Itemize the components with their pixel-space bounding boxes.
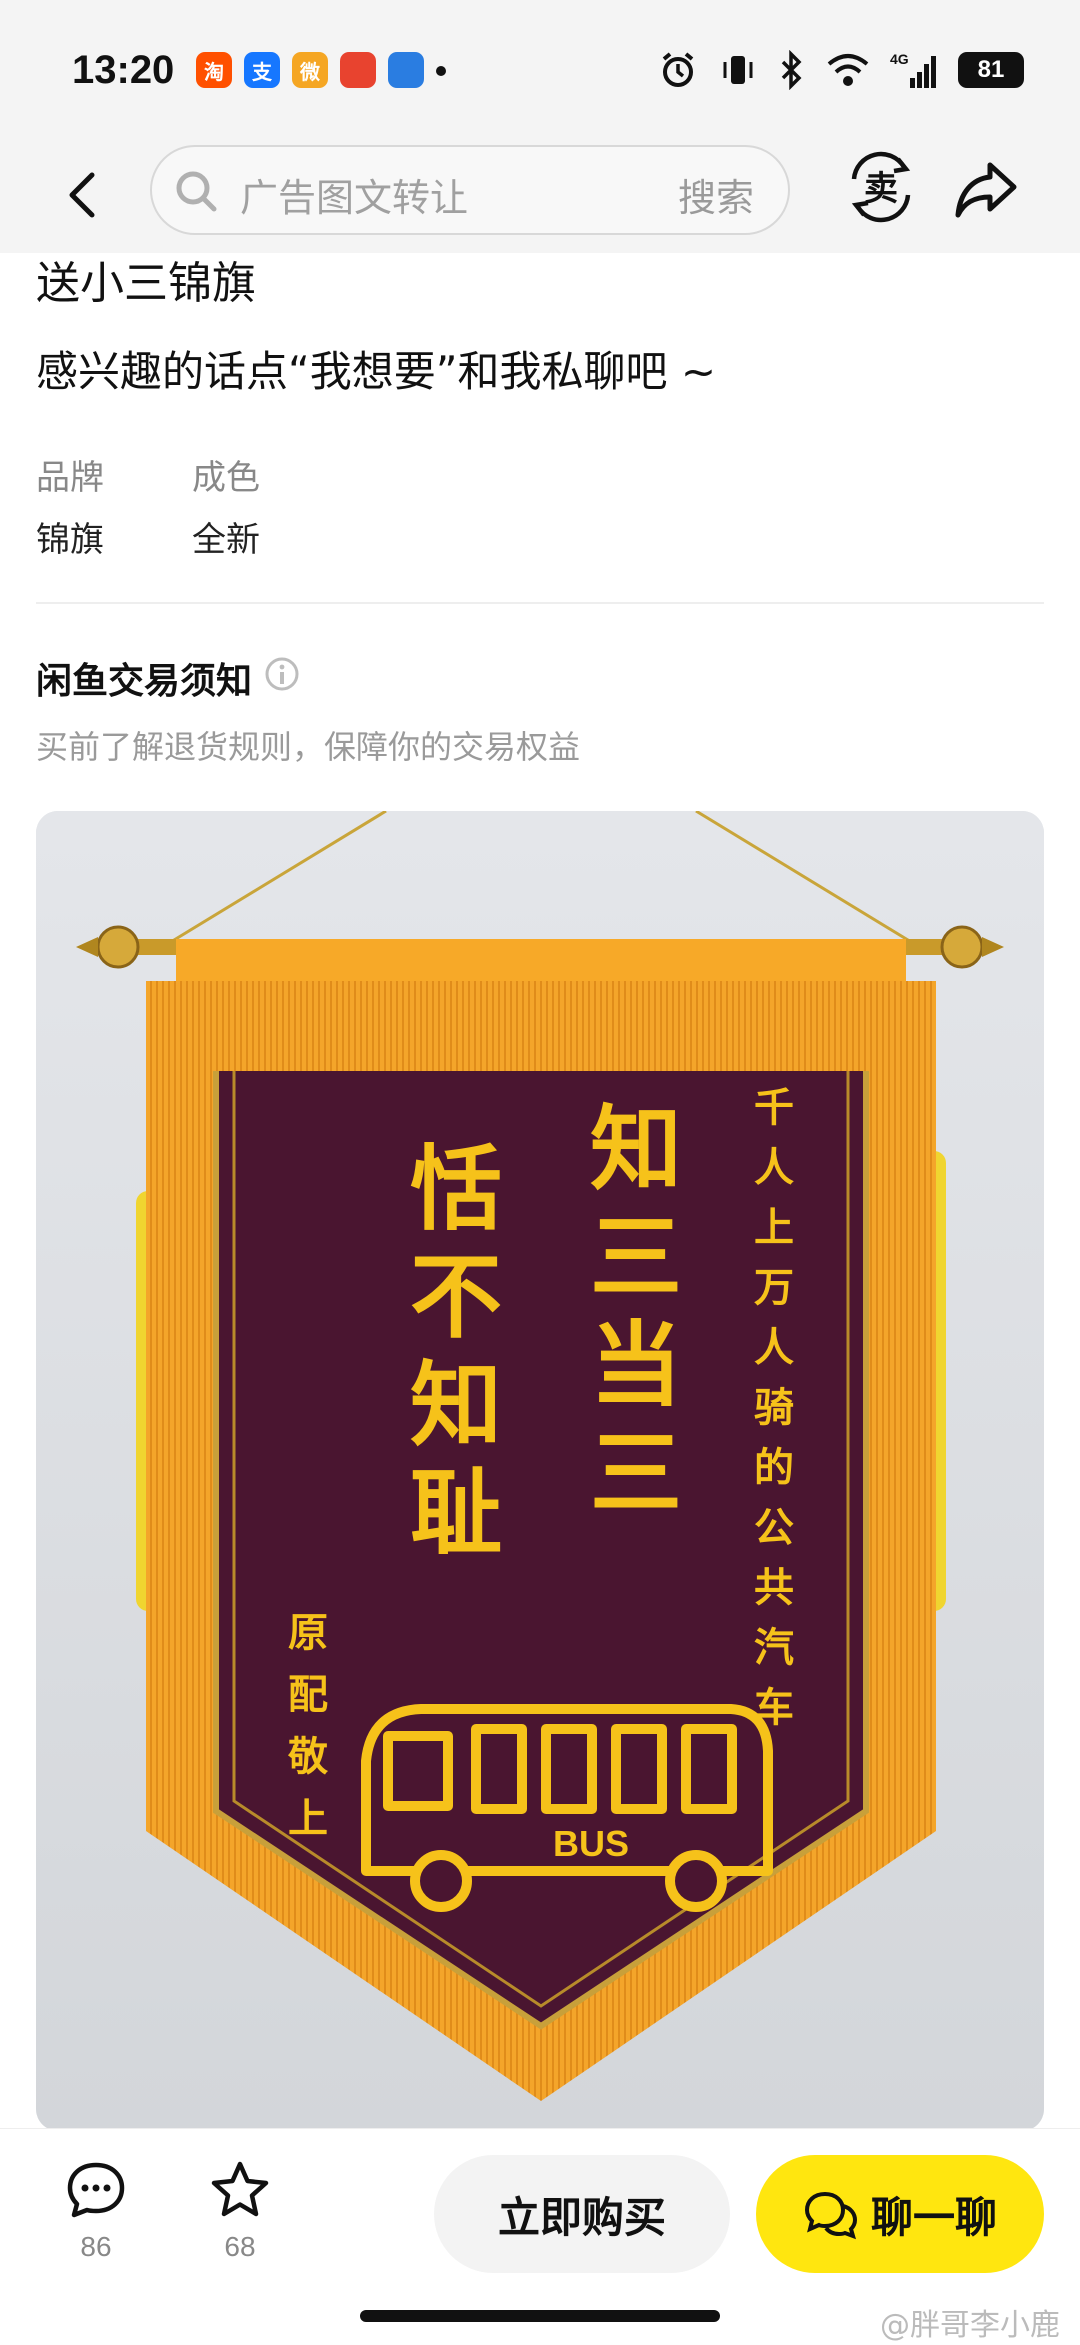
favorite-count: 68	[224, 2231, 256, 2262]
watermark: @胖哥李小鹿	[880, 2308, 1060, 2343]
buy-now-label: 立即购买	[497, 2192, 666, 2242]
chat-icon	[804, 2191, 857, 2240]
banner-center-column: 知三当三	[590, 1095, 682, 1527]
attribute-value-brand: 锦旗	[36, 520, 104, 560]
favorite-button[interactable]: 68	[200, 2159, 280, 2263]
product-title: 送小三锦旗	[36, 258, 256, 309]
chat-button[interactable]: 聊一聊	[756, 2155, 1044, 2273]
app-icon	[340, 52, 376, 88]
status-time: 13:20	[72, 48, 175, 92]
sell-label: 卖	[864, 169, 898, 209]
attribute-labels: 品牌 成色	[36, 450, 264, 499]
attribute-label-brand: 品牌	[36, 458, 104, 498]
trade-notice-title[interactable]: 闲鱼交易须知	[36, 652, 252, 704]
notification-dot	[436, 66, 446, 76]
banner-right-column: 千人上万人骑的公共汽车	[754, 1084, 794, 1731]
pennant-banner-image: 千人上万人骑的公共汽车 知三当三 恬不知耻 原配敬上 BUS	[36, 811, 1044, 2131]
product-description: 感兴趣的话点“我想要”和我私聊吧 ~	[36, 347, 717, 396]
back-button[interactable]	[54, 165, 114, 225]
share-icon[interactable]	[952, 153, 1022, 223]
bluetooth-icon	[781, 50, 802, 90]
search-button[interactable]: 搜索	[678, 167, 754, 222]
wifi-icon	[827, 54, 869, 86]
top-nav-bar: 广告图文转让 搜索 卖	[0, 145, 1080, 253]
taobao-icon: 淘	[196, 52, 232, 88]
home-indicator[interactable]	[360, 2310, 720, 2322]
trade-notice-subtitle: 买前了解退货规则，保障你的交易权益	[36, 728, 581, 766]
search-input[interactable]: 广告图文转让 搜索	[150, 145, 790, 235]
alipay-icon: 支	[244, 52, 280, 88]
buy-now-button[interactable]: 立即购买	[434, 2155, 730, 2273]
comment-button[interactable]: 86	[56, 2159, 136, 2263]
weibo-icon: 微	[292, 52, 328, 88]
vibrate-icon	[723, 56, 753, 84]
attribute-label-condition: 成色	[192, 458, 260, 498]
status-app-icons: 淘 支 微	[196, 52, 446, 88]
attribute-value-condition: 全新	[192, 520, 260, 560]
search-placeholder: 广告图文转让	[240, 176, 469, 220]
svg-text:4G: 4G	[890, 51, 909, 67]
search-icon	[176, 171, 217, 212]
chat-label: 聊一聊	[870, 2192, 997, 2242]
bus-label: BUS	[553, 1823, 629, 1864]
product-photo[interactable]: 千人上万人骑的公共汽车 知三当三 恬不知耻 原配敬上 BUS	[36, 811, 1044, 2131]
signal-icon: 4G	[890, 51, 936, 88]
status-indicators: 4G 81	[658, 50, 1024, 90]
svg-text:千人上万人骑的公共汽车: 千人上万人骑的公共汽车	[754, 1084, 794, 1731]
attribute-values: 锦旗 全新	[36, 512, 264, 561]
sell-button[interactable]: 卖	[846, 145, 916, 229]
divider	[36, 602, 1044, 604]
app-icon-2	[388, 52, 424, 88]
alarm-icon	[662, 52, 694, 87]
banner-left-column: 恬不知耻	[410, 1135, 502, 1567]
sell-cycle-icon: 卖	[851, 151, 911, 223]
comment-icon	[67, 2162, 125, 2218]
battery-indicator: 81	[958, 52, 1024, 88]
info-icon[interactable]	[264, 656, 300, 692]
status-bar: 13:20 淘 支 微 4G 81	[0, 0, 1080, 145]
comment-count: 86	[80, 2231, 112, 2262]
star-icon	[211, 2161, 269, 2217]
